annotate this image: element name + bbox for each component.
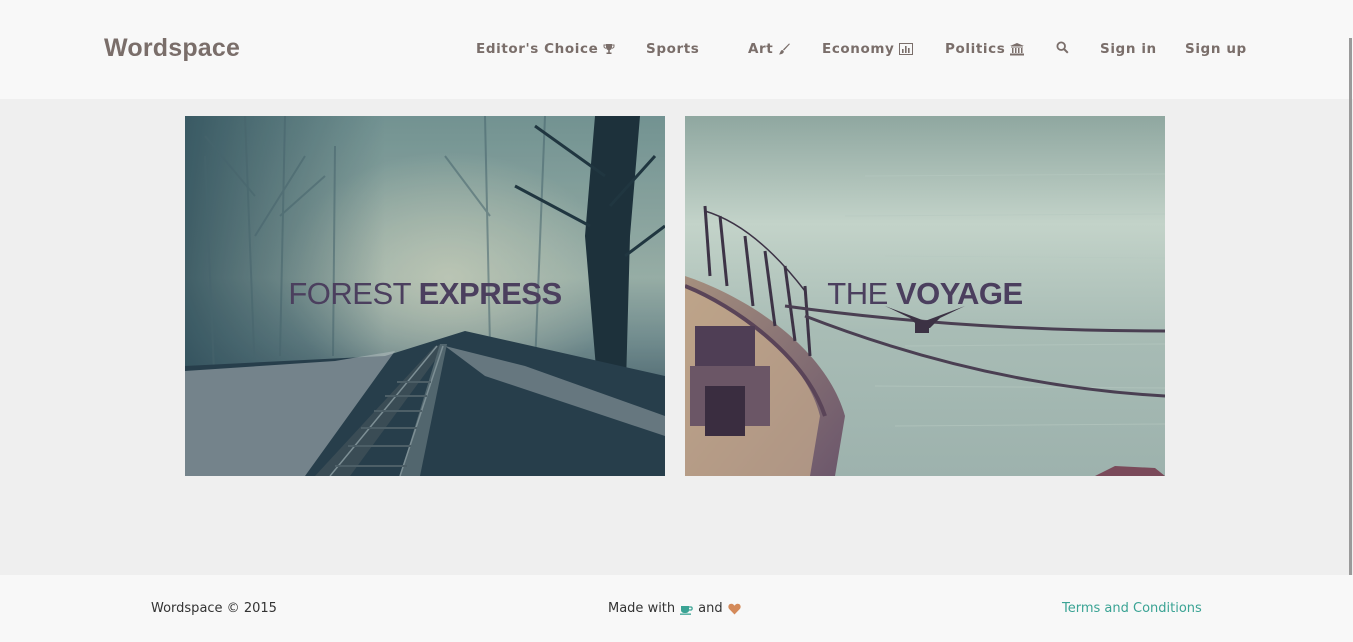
heart-icon: [727, 603, 741, 614]
made-with-label: Made with: [608, 601, 676, 616]
search-icon: [1056, 41, 1069, 54]
brand-logo[interactable]: Wordspace: [104, 34, 240, 63]
copyright-text: Wordspace © 2015: [151, 601, 277, 616]
nav-art[interactable]: Art: [748, 41, 791, 57]
nav-label: Economy: [822, 41, 895, 57]
nav-label: Art: [748, 41, 774, 57]
trophy-icon: [603, 44, 615, 54]
card-title-light: FOREST: [288, 276, 411, 311]
and-label: and: [698, 601, 723, 616]
search-button[interactable]: [1056, 41, 1069, 54]
nav-label: Politics: [945, 41, 1006, 57]
sign-in-label: Sign in: [1100, 41, 1157, 57]
nav-economy[interactable]: Economy: [822, 41, 914, 57]
card-title-bold: EXPRESS: [418, 276, 562, 311]
nav-label: Editor's Choice: [476, 41, 599, 57]
institution-icon: [1010, 42, 1025, 55]
nav-label: Sports: [646, 41, 700, 57]
article-card-forest-express[interactable]: FOREST EXPRESS: [185, 116, 665, 476]
card-title: THE VOYAGE: [685, 276, 1165, 312]
nav-politics[interactable]: Politics: [945, 41, 1025, 57]
made-with-text: Made with and: [608, 601, 741, 616]
nav-editors-choice[interactable]: Editor's Choice: [476, 41, 615, 57]
sign-in-link[interactable]: Sign in: [1100, 41, 1157, 57]
bar-chart-icon: [899, 43, 914, 55]
terms-link[interactable]: Terms and Conditions: [1062, 601, 1202, 616]
scrollbar[interactable]: [1349, 38, 1352, 642]
sign-up-link[interactable]: Sign up: [1185, 41, 1247, 57]
sign-up-label: Sign up: [1185, 41, 1247, 57]
paintbrush-icon: [779, 43, 791, 54]
site-header: Wordspace Editor's Choice Sports Art Eco…: [0, 0, 1353, 99]
nav-sports[interactable]: Sports: [646, 41, 699, 57]
card-title: FOREST EXPRESS: [185, 276, 665, 312]
article-card-the-voyage[interactable]: THE VOYAGE: [685, 116, 1165, 476]
card-title-bold: VOYAGE: [895, 276, 1023, 311]
site-footer: Wordspace © 2015 Made with and Terms and…: [0, 575, 1353, 642]
card-title-light: THE: [827, 276, 888, 311]
coffee-icon: [680, 605, 693, 615]
